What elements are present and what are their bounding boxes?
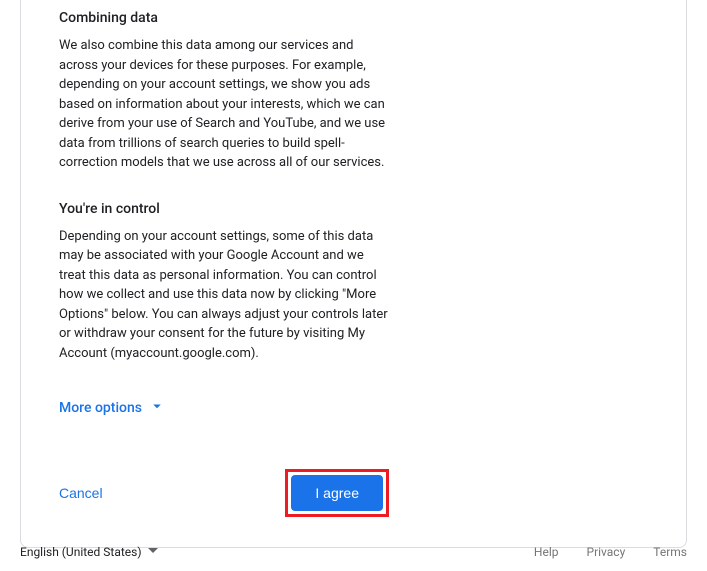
- action-row: Cancel I agree: [59, 469, 389, 517]
- agree-button[interactable]: I agree: [291, 475, 383, 511]
- chevron-down-icon: [148, 397, 166, 419]
- text-combining-data: We also combine this data among our serv…: [59, 36, 389, 173]
- cancel-button[interactable]: Cancel: [59, 485, 103, 501]
- footer-links: Help Privacy Terms: [534, 545, 687, 559]
- section-combining-data: Combining data We also combine this data…: [59, 0, 389, 173]
- heading-in-control: You're in control: [59, 191, 389, 217]
- consent-content: Combining data We also combine this data…: [59, 0, 389, 517]
- section-in-control: You're in control Depending on your acco…: [59, 191, 389, 364]
- agree-highlight-box: I agree: [285, 469, 389, 517]
- more-options-toggle[interactable]: More options: [59, 397, 166, 419]
- help-link[interactable]: Help: [534, 545, 559, 559]
- privacy-link[interactable]: Privacy: [587, 545, 626, 559]
- terms-link[interactable]: Terms: [653, 545, 687, 559]
- heading-combining-data: Combining data: [59, 0, 389, 26]
- caret-down-icon: [148, 545, 158, 559]
- consent-card: Combining data We also combine this data…: [20, 0, 687, 548]
- footer: English (United States) Help Privacy Ter…: [0, 533, 707, 571]
- language-selector[interactable]: English (United States): [20, 545, 158, 559]
- text-in-control: Depending on your account settings, some…: [59, 227, 389, 364]
- language-label: English (United States): [20, 545, 142, 559]
- more-options-label: More options: [59, 400, 142, 416]
